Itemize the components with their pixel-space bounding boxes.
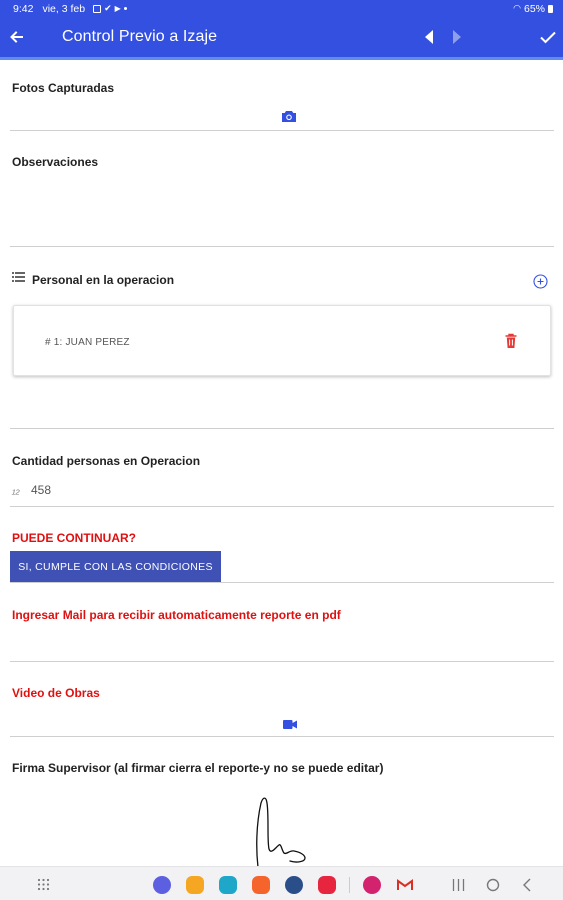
firma-label: Firma Supervisor (al firmar cierra el re… xyxy=(12,761,384,775)
divider xyxy=(10,130,554,131)
status-time: 9:42 xyxy=(13,2,34,15)
observaciones-label: Observaciones xyxy=(12,155,99,169)
page-title: Control Previo a Izaje xyxy=(62,28,218,45)
system-navigation-bar xyxy=(0,866,563,900)
personal-label: Personal en la operacion xyxy=(32,273,175,287)
status-bar: 9:42 vie, 3 feb ✔ ▶ ◠ 65% xyxy=(0,0,563,17)
notes-icon[interactable] xyxy=(219,876,237,894)
signature-pad[interactable] xyxy=(250,795,312,866)
youtube-icon[interactable] xyxy=(318,876,336,894)
video-label: Video de Obras xyxy=(12,686,100,700)
files-icon[interactable] xyxy=(186,876,204,894)
number-icon: ₁₂ xyxy=(12,484,20,496)
mail-input[interactable] xyxy=(12,626,554,660)
mail-label: Ingresar Mail para recibir automaticamen… xyxy=(12,608,341,622)
fotos-label: Fotos Capturadas xyxy=(12,81,115,95)
wifi-icon: ◠ xyxy=(513,3,521,13)
divider xyxy=(10,736,554,737)
back-button[interactable] xyxy=(0,17,32,57)
notification-icons: ✔ ▶ xyxy=(93,3,127,14)
divider xyxy=(10,428,554,429)
capture-photo-button[interactable] xyxy=(281,110,297,123)
confirm-button[interactable] xyxy=(536,17,560,57)
dock-divider xyxy=(349,877,350,893)
trash-icon xyxy=(505,333,517,348)
previous-button[interactable] xyxy=(418,17,440,57)
next-button[interactable] xyxy=(446,17,468,57)
divider xyxy=(10,506,554,507)
battery-percent: 65% xyxy=(523,2,545,15)
cantidad-value[interactable]: 458 xyxy=(31,483,51,497)
form-content: Fotos Capturadas Observaciones Personal … xyxy=(0,60,563,866)
settings-icon[interactable] xyxy=(285,876,303,894)
status-date: vie, 3 feb xyxy=(42,2,86,15)
image-notification-icon xyxy=(93,4,102,13)
add-circle-icon xyxy=(533,274,548,289)
check-icon xyxy=(540,31,556,43)
gmail-icon[interactable] xyxy=(397,879,413,891)
person-item: # 1: JUAN PEREZ xyxy=(45,337,130,348)
observaciones-field[interactable] xyxy=(12,172,554,242)
caret-right-icon xyxy=(453,30,461,44)
recents-icon[interactable] xyxy=(452,879,465,891)
list-icon xyxy=(12,272,25,282)
record-video-button[interactable] xyxy=(283,716,297,729)
grid-icon[interactable] xyxy=(37,878,50,891)
battery-icon xyxy=(548,4,553,13)
divider xyxy=(10,661,554,662)
video-camera-icon xyxy=(283,720,297,729)
back-icon[interactable] xyxy=(522,878,532,892)
home-icon[interactable] xyxy=(486,878,500,892)
divider xyxy=(10,582,554,583)
app-bar: Control Previo a Izaje xyxy=(0,17,563,57)
add-person-button[interactable] xyxy=(533,274,548,289)
divider xyxy=(10,246,554,247)
cumple-condiciones-button[interactable]: SI, CUMPLE CON LAS CONDICIONES xyxy=(10,551,221,582)
arrow-back-icon xyxy=(10,31,23,43)
contacts-icon[interactable] xyxy=(252,876,270,894)
person-card[interactable]: # 1: JUAN PEREZ xyxy=(13,305,551,376)
play-notification-icon: ▶ xyxy=(114,4,121,13)
messages-icon[interactable] xyxy=(153,876,171,894)
check-notification-icon: ✔ xyxy=(104,3,112,13)
caret-left-icon xyxy=(425,30,433,44)
puede-continuar-label: PUEDE CONTINUAR? xyxy=(12,531,137,545)
flower-app-icon[interactable] xyxy=(363,876,381,894)
more-notifications-icon xyxy=(123,7,127,10)
cantidad-label: Cantidad personas en Operacion xyxy=(12,454,201,468)
delete-person-button[interactable] xyxy=(504,333,518,349)
camera-icon xyxy=(282,111,296,122)
